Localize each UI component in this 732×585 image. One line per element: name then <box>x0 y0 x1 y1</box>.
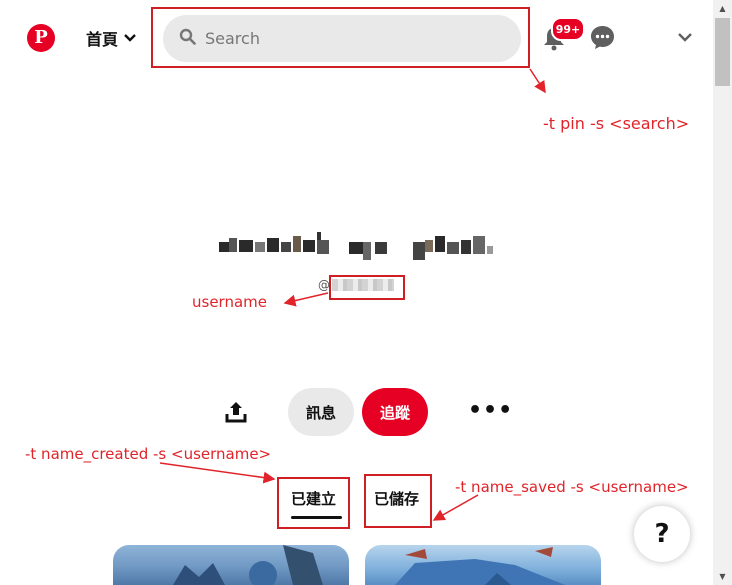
more-icon[interactable]: ••• <box>468 398 513 423</box>
pinterest-logo[interactable]: P <box>27 24 55 52</box>
account-chevron-icon[interactable] <box>678 30 692 46</box>
arrow-username <box>283 292 329 307</box>
arrow-search <box>529 68 546 94</box>
home-label: 首頁 <box>86 30 119 49</box>
pin-card[interactable] <box>113 545 349 585</box>
scroll-down-arrow[interactable]: ▼ <box>713 568 732 585</box>
share-icon[interactable] <box>224 400 248 424</box>
profile-name-redacted <box>215 230 500 264</box>
scrollbar-thumb[interactable] <box>715 18 730 86</box>
arrow-created <box>159 462 276 484</box>
message-button[interactable]: 訊息 <box>288 388 354 436</box>
username-annotation-box <box>329 275 405 300</box>
tab-created[interactable]: 已建立 <box>291 488 336 509</box>
annotation-username: username <box>192 293 267 311</box>
scroll-up-arrow[interactable]: ▲ <box>713 0 732 17</box>
pin-card[interactable] <box>365 545 601 585</box>
arrow-saved <box>432 494 479 521</box>
annotation-created: -t name_created -s <username> <box>25 445 272 463</box>
tab-saved[interactable]: 已儲存 <box>374 488 419 509</box>
active-tab-underline <box>291 516 342 519</box>
annotation-saved: -t name_saved -s <username> <box>455 478 689 496</box>
chat-icon[interactable] <box>590 25 615 50</box>
notification-badge: 99+ <box>551 17 585 41</box>
help-icon[interactable]: ? <box>634 506 690 562</box>
annotation-search: -t pin -s <search> <box>543 114 690 133</box>
home-dropdown[interactable]: 首頁 <box>86 26 136 50</box>
scrollbar-track[interactable] <box>713 0 732 585</box>
search-annotation-box <box>151 7 530 68</box>
chevron-down-icon <box>124 31 136 45</box>
follow-button[interactable]: 追蹤 <box>362 388 428 436</box>
